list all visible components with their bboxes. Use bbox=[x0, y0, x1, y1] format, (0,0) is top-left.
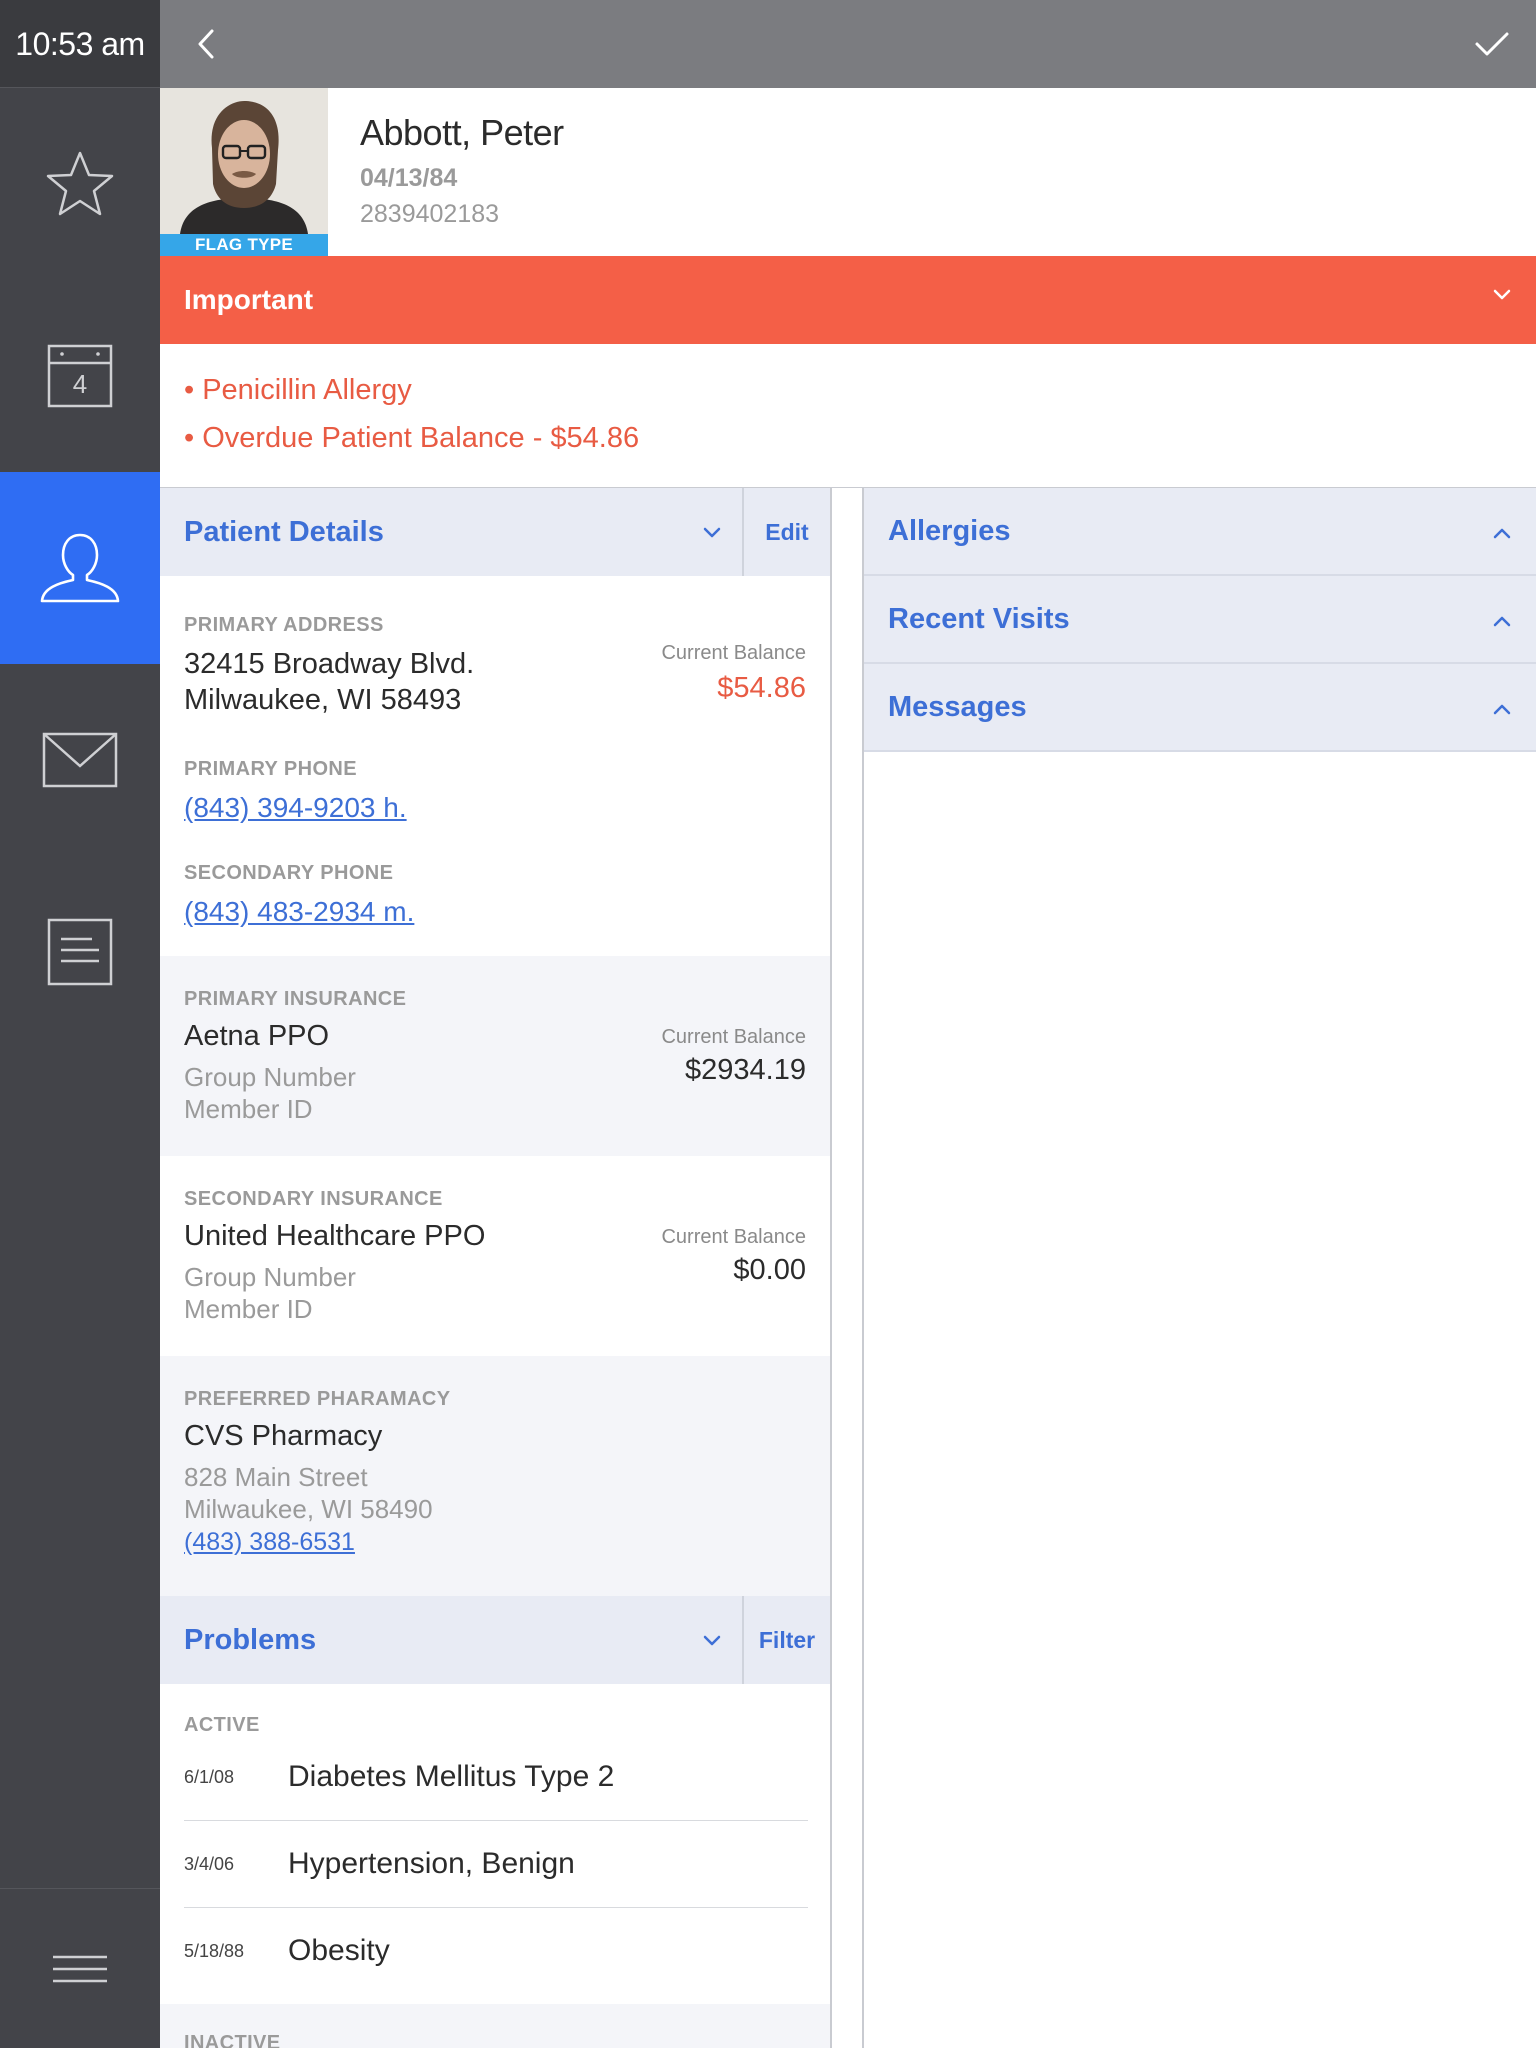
avatar[interactable]: FLAG TYPE bbox=[160, 88, 328, 256]
problem-row[interactable]: 3/4/06 Hypertension, Benign bbox=[184, 1821, 808, 1907]
pharmacy-phone-link[interactable]: (483) 388-6531 bbox=[184, 1528, 355, 1557]
nav-messages[interactable] bbox=[0, 664, 160, 856]
mail-icon bbox=[42, 732, 118, 788]
recent-visits-section[interactable]: Recent Visits bbox=[864, 576, 1536, 664]
preferred-pharmacy: PREFERRED PHARAMACY CVS Pharmacy 828 Mai… bbox=[160, 1356, 830, 1596]
filter-button[interactable]: Filter bbox=[742, 1596, 830, 1684]
section-title: Messages bbox=[888, 690, 1027, 723]
important-label: Important bbox=[184, 284, 314, 315]
section-title: Patient Details bbox=[184, 515, 384, 548]
pharmacy-city: Milwaukee, WI 58490 bbox=[184, 1494, 433, 1524]
patient-name: Abbott, Peter bbox=[360, 112, 564, 153]
address-line2: Milwaukee, WI 58493 bbox=[184, 684, 462, 716]
problem-date: 6/1/08 bbox=[184, 1766, 235, 1787]
balance-label: Current Balance bbox=[661, 642, 806, 664]
patient-details-header[interactable]: Patient Details Edit bbox=[160, 488, 830, 576]
navigation-rail: 10:53 am 4 bbox=[0, 0, 160, 2048]
patient-id: 2839402183 bbox=[360, 200, 500, 228]
secondary-insurance-label: SECONDARY INSURANCE bbox=[184, 1188, 443, 1210]
primary-phone-link[interactable]: (843) 394-9203 h. bbox=[184, 792, 407, 824]
nav-patient[interactable] bbox=[0, 472, 160, 664]
problems-header[interactable]: Problems Filter bbox=[160, 1596, 830, 1684]
alert-list: • Penicillin Allergy • Overdue Patient B… bbox=[160, 344, 1536, 488]
primary-insurance: PRIMARY INSURANCE Aetna PPO Group Number… bbox=[160, 956, 830, 1156]
address-line1: 32415 Broadway Blvd. bbox=[184, 648, 475, 680]
nav-notes[interactable] bbox=[0, 856, 160, 1048]
secondary-phone-link[interactable]: (843) 483-2934 m. bbox=[184, 896, 414, 928]
secondary-insurance: SECONDARY INSURANCE United Healthcare PP… bbox=[160, 1156, 830, 1356]
section-title: Allergies bbox=[888, 514, 1011, 547]
insurance-name: United Healthcare PPO bbox=[184, 1220, 486, 1252]
member-id: Member ID bbox=[184, 1294, 313, 1324]
right-column: Allergies Recent Visits Messages bbox=[862, 488, 1536, 2048]
chevron-up-icon bbox=[1493, 616, 1511, 627]
pharmacy-street: 828 Main Street bbox=[184, 1462, 368, 1492]
section-title: Problems bbox=[184, 1623, 317, 1656]
problem-name: Diabetes Mellitus Type 2 bbox=[288, 1760, 615, 1793]
problems-list: ACTIVE 6/1/08 Diabetes Mellitus Type 2 3… bbox=[160, 1684, 830, 2004]
problem-date: 5/18/88 bbox=[184, 1940, 245, 1961]
group-number: Group Number bbox=[184, 1062, 356, 1092]
problem-row[interactable]: 5/18/88 Obesity bbox=[184, 1908, 808, 1994]
balance-label: Current Balance bbox=[661, 1226, 806, 1248]
problem-row[interactable]: 6/1/08 Diabetes Mellitus Type 2 bbox=[184, 1734, 808, 1820]
chevron-up-icon bbox=[1493, 704, 1511, 715]
alert-item: • Overdue Patient Balance - $54.86 bbox=[184, 422, 640, 454]
secondary-phone-label: SECONDARY PHONE bbox=[184, 862, 394, 884]
flag-type-badge: FLAG TYPE bbox=[160, 234, 328, 256]
primary-phone-label: PRIMARY PHONE bbox=[184, 758, 358, 780]
nav-favorites[interactable] bbox=[0, 88, 160, 280]
calendar-badge: 4 bbox=[73, 369, 87, 399]
primary-insurance-label: PRIMARY INSURANCE bbox=[184, 988, 407, 1010]
alert-item: • Penicillin Allergy bbox=[184, 374, 412, 406]
messages-section[interactable]: Messages bbox=[864, 664, 1536, 752]
pharmacy-label: PREFERRED PHARAMACY bbox=[184, 1388, 451, 1410]
problem-date: 3/4/06 bbox=[184, 1853, 235, 1874]
left-column: Patient Details Edit PRIMARY ADDRESS 324… bbox=[160, 488, 832, 2048]
problem-name: Hypertension, Benign bbox=[288, 1847, 575, 1880]
document-icon bbox=[47, 918, 113, 986]
person-icon bbox=[40, 533, 120, 603]
important-banner[interactable]: Important bbox=[160, 256, 1536, 344]
chevron-down-icon bbox=[703, 527, 721, 538]
back-button[interactable] bbox=[182, 20, 230, 68]
nav-calendar[interactable]: 4 bbox=[0, 280, 160, 472]
done-button[interactable] bbox=[1468, 20, 1516, 68]
chevron-left-icon bbox=[198, 29, 214, 59]
allergies-section[interactable]: Allergies bbox=[864, 488, 1536, 576]
chevron-up-icon bbox=[1493, 528, 1511, 539]
status-time: 10:53 am bbox=[0, 0, 160, 88]
chevron-down-icon bbox=[1493, 289, 1511, 300]
patient-dob: 04/13/84 bbox=[360, 164, 458, 192]
checkmark-icon bbox=[1475, 32, 1509, 56]
balance-label: Current Balance bbox=[661, 1026, 806, 1048]
insurance-name: Aetna PPO bbox=[184, 1020, 330, 1052]
group-number: Group Number bbox=[184, 1262, 356, 1292]
insurance-balance: $0.00 bbox=[733, 1254, 806, 1286]
section-title: Recent Visits bbox=[888, 602, 1070, 635]
chevron-down-icon bbox=[703, 1635, 721, 1646]
menu-button[interactable] bbox=[0, 1888, 160, 2048]
insurance-balance: $2934.19 bbox=[685, 1054, 806, 1086]
star-icon bbox=[46, 151, 114, 216]
patient-balance: $54.86 bbox=[717, 672, 806, 704]
top-bar bbox=[160, 0, 1536, 88]
patient-details-body: PRIMARY ADDRESS 32415 Broadway Blvd. Mil… bbox=[160, 576, 830, 956]
inactive-label: INACTIVE bbox=[184, 2032, 281, 2048]
hamburger-menu-icon bbox=[53, 1955, 107, 1982]
calendar-icon: 4 bbox=[47, 344, 113, 408]
primary-address-label: PRIMARY ADDRESS bbox=[184, 614, 384, 636]
problem-name: Obesity bbox=[288, 1934, 390, 1967]
inactive-section: INACTIVE bbox=[160, 2004, 830, 2048]
pharmacy-name: CVS Pharmacy bbox=[184, 1420, 383, 1452]
patient-header: FLAG TYPE Abbott, Peter 04/13/84 2839402… bbox=[160, 88, 1536, 256]
member-id: Member ID bbox=[184, 1094, 313, 1124]
edit-button[interactable]: Edit bbox=[742, 488, 830, 576]
patient-photo bbox=[160, 88, 328, 234]
